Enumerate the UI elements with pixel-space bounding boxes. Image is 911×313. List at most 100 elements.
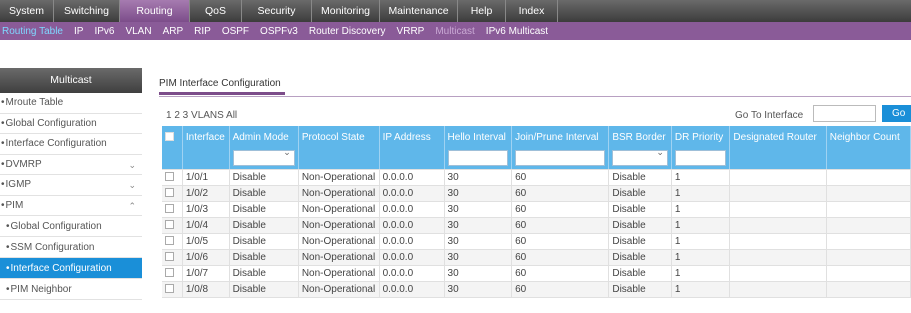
- bullet-icon: •: [6, 221, 10, 232]
- cell-dr-priority: 1: [671, 249, 731, 266]
- column-header-admin-mode[interactable]: Admin Mode: [229, 126, 299, 148]
- table-row[interactable]: 1/0/6 Disable Non-Operational 0.0.0.0 30 60 Di…: [162, 249, 911, 266]
- filter-input[interactable]: [674, 150, 727, 167]
- table-row[interactable]: 1/0/8 Disable Non-Operational 0.0.0.0 30 60 Di…: [162, 281, 911, 298]
- chevron-down-icon[interactable]: ⌄: [128, 175, 136, 195]
- filter-cell: [444, 148, 513, 170]
- sub-nav-ospfv3[interactable]: OSPFv3: [260, 26, 298, 37]
- row-checkbox[interactable]: [165, 252, 174, 262]
- bullet-icon: •: [1, 179, 5, 190]
- sidebar-item-mroute-table[interactable]: •Mroute Table: [0, 93, 142, 114]
- column-header-designated-router[interactable]: Designated Router: [729, 126, 827, 148]
- row-select-cell: [162, 185, 183, 202]
- sidebar-item-global-configuration[interactable]: •Global Configuration: [0, 114, 142, 134]
- cell-admin-mode: Disable: [229, 281, 299, 298]
- row-select-cell: [162, 169, 183, 186]
- sub-nav-rip[interactable]: RIP: [194, 26, 211, 37]
- sidebar-item-ssm-configuration[interactable]: •SSM Configuration: [0, 237, 142, 258]
- row-checkbox[interactable]: [165, 204, 174, 214]
- cell-hello-interval: 30: [444, 201, 513, 218]
- top-nav-routing[interactable]: Routing: [120, 0, 190, 22]
- row-checkbox[interactable]: [165, 236, 174, 246]
- sub-nav-ip[interactable]: IP: [74, 26, 83, 37]
- table-filter-row: [162, 148, 911, 170]
- top-nav-switching[interactable]: Switching: [54, 0, 120, 22]
- row-checkbox[interactable]: [165, 220, 174, 230]
- top-nav-maintenance[interactable]: Maintenance: [380, 0, 458, 22]
- column-header-join-prune-interval[interactable]: Join/Prune Interval: [511, 126, 610, 148]
- top-nav-security[interactable]: Security: [242, 0, 312, 22]
- top-nav-index[interactable]: Index: [506, 0, 558, 22]
- sub-nav-vrrp[interactable]: VRRP: [397, 26, 425, 37]
- sub-nav-multicast[interactable]: Multicast: [435, 26, 474, 37]
- sub-nav-router-discovery[interactable]: Router Discovery: [309, 26, 386, 37]
- row-checkbox[interactable]: [165, 188, 174, 198]
- row-select-cell: [162, 217, 183, 234]
- bullet-icon: •: [1, 138, 5, 149]
- sidebar-item-interface-configuration[interactable]: •Interface Configuration: [0, 134, 142, 155]
- sidebar-item-label: DVMRP: [5, 158, 42, 170]
- cell-hello-interval: 30: [444, 217, 513, 234]
- row-checkbox[interactable]: [165, 172, 174, 182]
- filter-cell: [729, 148, 827, 170]
- column-header-hello-interval[interactable]: Hello Interval: [444, 126, 513, 148]
- sidebar-item-pim[interactable]: •PIM ⌃: [0, 196, 142, 216]
- table-row[interactable]: 1/0/4 Disable Non-Operational 0.0.0.0 30 60 Di…: [162, 217, 911, 234]
- select-all-checkbox[interactable]: [165, 132, 174, 142]
- sub-nav-vlan[interactable]: VLAN: [125, 26, 151, 37]
- cell-designated-router: [729, 265, 827, 282]
- filter-select[interactable]: [232, 148, 295, 167]
- column-header-interface[interactable]: Interface: [182, 126, 230, 148]
- column-header-bsr-border[interactable]: BSR Border: [608, 126, 672, 148]
- table-row[interactable]: 1/0/5 Disable Non-Operational 0.0.0.0 30 60 Di…: [162, 233, 911, 250]
- column-header-neighbor-count[interactable]: Neighbor Count: [826, 126, 911, 148]
- row-checkbox[interactable]: [165, 284, 174, 294]
- filter-cell: [229, 148, 299, 170]
- cell-designated-router: [729, 281, 827, 298]
- cell-join-prune-interval: 60: [511, 201, 610, 218]
- cell-ip-address: 0.0.0.0: [379, 217, 445, 234]
- chevron-down-icon[interactable]: ⌄: [128, 155, 136, 175]
- filter-input[interactable]: [447, 150, 509, 167]
- go-to-interface-input[interactable]: [813, 105, 876, 122]
- top-nav-help[interactable]: Help: [458, 0, 506, 22]
- sidebar-item-pim-neighbor[interactable]: •PIM Neighbor: [0, 279, 142, 300]
- table-row[interactable]: 1/0/3 Disable Non-Operational 0.0.0.0 30 60 Di…: [162, 201, 911, 218]
- table-row[interactable]: 1/0/7 Disable Non-Operational 0.0.0.0 30 60 Di…: [162, 265, 911, 282]
- vlan-filter-links[interactable]: 1 2 3 VLANS All: [166, 110, 237, 121]
- table-row[interactable]: 1/0/1 Disable Non-Operational 0.0.0.0 30 60 Di…: [162, 169, 911, 186]
- cell-neighbor-count: [826, 281, 911, 298]
- tab-pim-interface-configuration[interactable]: PIM Interface Configuration: [159, 78, 285, 95]
- sidebar-item-global-configuration[interactable]: •Global Configuration: [0, 216, 142, 237]
- sidebar-item-dvmrp[interactable]: •DVMRP ⌄: [0, 155, 142, 175]
- top-nav-monitoring[interactable]: Monitoring: [312, 0, 380, 22]
- filter-input[interactable]: [515, 150, 606, 167]
- go-button[interactable]: Go: [882, 105, 911, 122]
- row-select-cell: [162, 249, 183, 266]
- cell-bsr-border: Disable: [608, 185, 672, 202]
- sub-nav-ipv6[interactable]: IPv6: [94, 26, 114, 37]
- cell-join-prune-interval: 60: [511, 281, 610, 298]
- cell-ip-address: 0.0.0.0: [379, 201, 445, 218]
- row-select-cell: [162, 233, 183, 250]
- sub-nav-routing-table[interactable]: Routing Table: [2, 26, 63, 37]
- top-nav-system[interactable]: System: [0, 0, 54, 22]
- sidebar-item-igmp[interactable]: •IGMP ⌄: [0, 175, 142, 196]
- column-header-ip-address[interactable]: IP Address: [379, 126, 445, 148]
- bullet-icon: •: [1, 97, 5, 108]
- cell-hello-interval: 30: [444, 265, 513, 282]
- sub-nav-arp[interactable]: ARP: [163, 26, 184, 37]
- table-row[interactable]: 1/0/2 Disable Non-Operational 0.0.0.0 30 60 Di…: [162, 185, 911, 202]
- sub-nav-ipv6-multicast[interactable]: IPv6 Multicast: [486, 26, 548, 37]
- cell-designated-router: [729, 185, 827, 202]
- filter-select[interactable]: [612, 148, 668, 167]
- cell-bsr-border: Disable: [608, 281, 672, 298]
- filter-cell: [511, 148, 610, 170]
- column-header-dr-priority[interactable]: DR Priority: [671, 126, 731, 148]
- sub-nav-ospf[interactable]: OSPF: [222, 26, 249, 37]
- row-checkbox[interactable]: [165, 268, 174, 278]
- sidebar-item-interface-configuration[interactable]: •Interface Configuration: [0, 258, 142, 279]
- chevron-up-icon[interactable]: ⌃: [128, 196, 136, 216]
- top-nav-qos[interactable]: QoS: [190, 0, 242, 22]
- column-header-protocol-state[interactable]: Protocol State: [298, 126, 380, 148]
